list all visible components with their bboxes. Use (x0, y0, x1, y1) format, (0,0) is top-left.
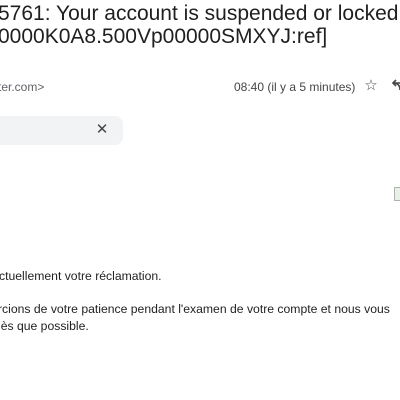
email-subject-line-1: 5761: Your account is suspended or locke… (0, 2, 399, 25)
sender-address: ter.com> (0, 80, 45, 94)
translate-bar: ✕ (0, 116, 123, 145)
body-line-3: lès que possible. (0, 319, 89, 333)
email-timestamp: 08:40 (il y a 5 minutes) (234, 80, 356, 94)
body-line-1: ctuellement votre réclamation. (0, 269, 162, 283)
body-line-2: rcions de votre patience pendant l'exame… (0, 302, 390, 316)
email-body-paragraph-2: rcions de votre patience pendant l'exame… (0, 301, 390, 335)
star-icon[interactable]: ☆ (363, 78, 379, 94)
email-header-row: ter.com> 08:40 (il y a 5 minutes) ☆ (0, 78, 400, 97)
email-subject: 5761: Your account is suspended or locke… (0, 2, 400, 48)
reply-icon[interactable] (390, 79, 400, 95)
broken-image-icon (394, 187, 400, 201)
close-icon[interactable]: ✕ (93, 121, 111, 139)
email-body-paragraph-1: ctuellement votre réclamation. (0, 268, 162, 285)
email-subject-line-2: 0000K0A8.500Vp00000SMXYJ:ref] (0, 25, 328, 48)
